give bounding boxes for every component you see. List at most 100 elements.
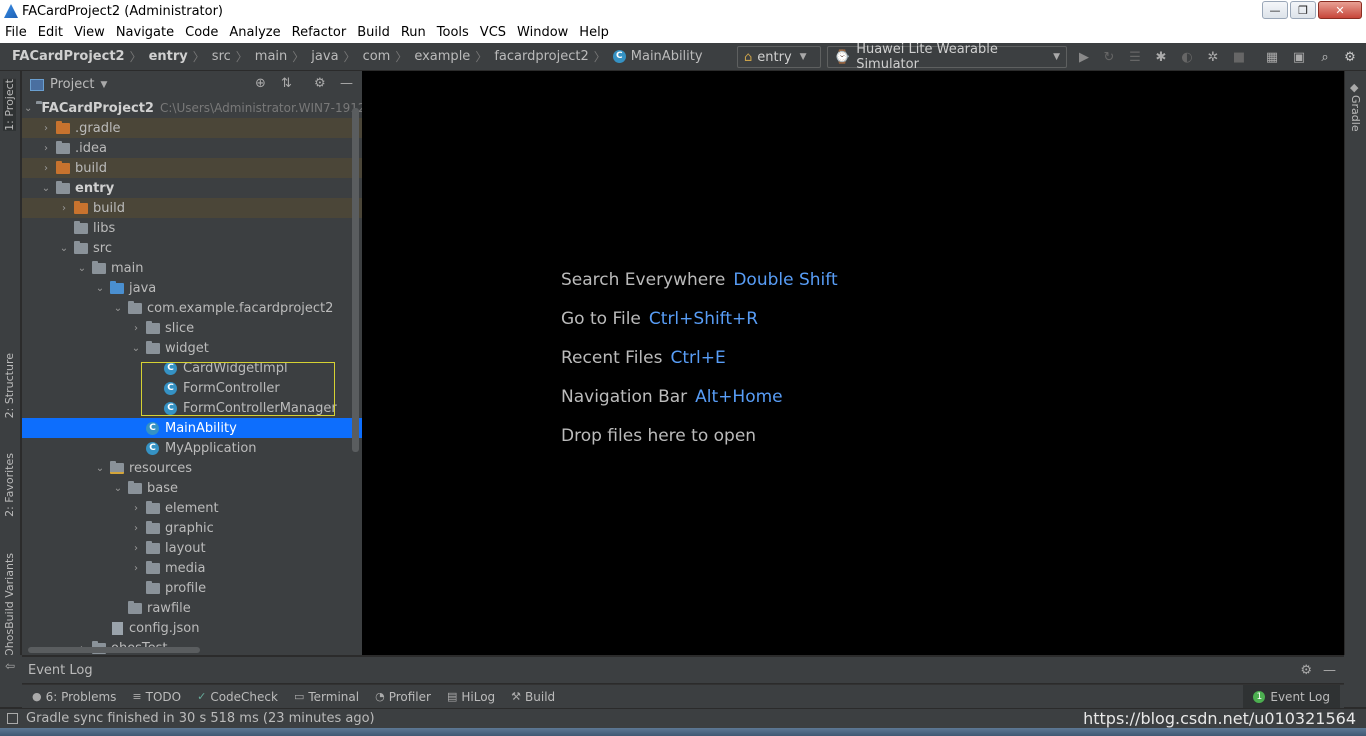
breadcrumb-package[interactable]: facardproject2 [494, 49, 588, 64]
close-button[interactable]: ✕ [1318, 1, 1362, 19]
editor-empty-area[interactable]: Search Everywhere Double Shift Go to File… [362, 71, 1344, 655]
chevron-right-icon[interactable]: › [130, 543, 142, 554]
chevron-down-icon[interactable]: ⌄ [112, 483, 124, 494]
tree-item[interactable]: › .gradle [22, 118, 362, 138]
tab-hilog[interactable]: ▤ HiLog [447, 690, 495, 704]
minimize-button[interactable]: — [1262, 1, 1288, 19]
menu-file[interactable]: File [5, 25, 27, 40]
tree-item[interactable]: ⌄ entry [22, 178, 362, 198]
tree-item[interactable]: C MainAbility [22, 418, 362, 438]
maximize-button[interactable]: ❐ [1290, 1, 1316, 19]
stop-icon[interactable]: ■ [1230, 48, 1248, 66]
chevron-down-icon[interactable]: ⌄ [40, 183, 52, 194]
chevron-down-icon[interactable]: ⌄ [94, 463, 106, 474]
chevron-down-icon[interactable]: ⌄ [130, 343, 142, 354]
tree-item[interactable]: profile [22, 578, 362, 598]
menu-navigate[interactable]: Navigate [116, 25, 174, 40]
tab-favorites[interactable]: 2: Favorites [3, 453, 16, 517]
tree-item[interactable]: C CardWidgetImpl [22, 358, 362, 378]
hide-icon[interactable]: — [340, 76, 353, 91]
tab-gradle[interactable]: Gradle [1349, 95, 1362, 132]
run-icon[interactable]: ▶ [1075, 48, 1093, 66]
rerun-icon[interactable]: ↻ [1100, 48, 1118, 66]
tree-item[interactable]: › media [22, 558, 362, 578]
tree-item[interactable]: › layout [22, 538, 362, 558]
tab-build-variants[interactable]: OhosBuild Variants [3, 553, 16, 657]
tree-item[interactable]: › .idea [22, 138, 362, 158]
tree-item[interactable]: libs [22, 218, 362, 238]
menu-run[interactable]: Run [401, 25, 426, 40]
chevron-down-icon[interactable]: ⌄ [58, 243, 70, 254]
chevron-down-icon[interactable]: ⌄ [112, 303, 124, 314]
chevron-down-icon[interactable]: ⌄ [76, 263, 88, 274]
tree-item[interactable]: C FormControllerManager [22, 398, 362, 418]
tree-vertical-scrollbar[interactable] [352, 108, 359, 452]
tree-item[interactable]: › graphic [22, 518, 362, 538]
breadcrumb-src[interactable]: src [212, 49, 231, 64]
tab-problems[interactable]: ● 6: Problems [32, 690, 116, 704]
tree-item[interactable]: › build [22, 198, 362, 218]
chevron-right-icon[interactable]: › [40, 163, 52, 174]
tree-root[interactable]: ⌄ FACardProject2 C:\Users\Administrator.… [22, 98, 362, 118]
tab-todo[interactable]: ≡ TODO [132, 690, 181, 704]
tree-item[interactable]: C FormController [22, 378, 362, 398]
tab-profiler[interactable]: ◔ Profiler [375, 690, 431, 704]
tab-terminal[interactable]: ▭ Terminal [294, 690, 359, 704]
tree-item[interactable]: config.json [22, 618, 362, 638]
module-selector[interactable]: ⌂ entry ▼ [737, 46, 821, 68]
breadcrumb-project[interactable]: FACardProject2 [12, 49, 125, 64]
tree-item[interactable]: ⌄ resources [22, 458, 362, 478]
project-panel-title[interactable]: Project [50, 77, 94, 92]
locate-icon[interactable]: ⊕ [255, 76, 266, 91]
tab-build[interactable]: ⚒ Build [511, 690, 555, 704]
device-manager-icon[interactable]: ▣ [1290, 48, 1308, 66]
menu-refactor[interactable]: Refactor [292, 25, 347, 40]
profile-icon[interactable]: ◐ [1178, 48, 1196, 66]
tree-item[interactable]: ⌄ src [22, 238, 362, 258]
chevron-right-icon[interactable]: › [130, 323, 142, 334]
menu-tools[interactable]: Tools [437, 25, 469, 40]
menu-help[interactable]: Help [579, 25, 609, 40]
breadcrumb-class[interactable]: MainAbility [631, 49, 703, 64]
breadcrumb-entry[interactable]: entry [149, 49, 188, 64]
tree-item[interactable]: › element [22, 498, 362, 518]
tool-windows-icon[interactable] [7, 713, 18, 724]
coverage-icon[interactable]: ☰ [1126, 48, 1144, 66]
breadcrumb-main[interactable]: main [255, 49, 287, 64]
tab-codecheck[interactable]: ✓ CodeCheck [197, 690, 278, 704]
tab-project[interactable]: 1: Project [3, 79, 16, 131]
breadcrumb-com[interactable]: com [363, 49, 391, 64]
gear-icon[interactable]: ⚙ [1300, 663, 1312, 678]
gear-icon[interactable]: ⚙ [314, 76, 326, 91]
collapse-all-icon[interactable]: ⇅ [281, 76, 292, 91]
tree-item[interactable]: ⌄ base [22, 478, 362, 498]
debug-icon[interactable]: ✱ [1152, 48, 1170, 66]
tree-item[interactable]: C MyApplication [22, 438, 362, 458]
chevron-right-icon[interactable]: › [40, 123, 52, 134]
breadcrumb-java[interactable]: java [311, 49, 338, 64]
menu-code[interactable]: Code [185, 25, 218, 40]
tree-item[interactable]: › slice [22, 318, 362, 338]
menu-edit[interactable]: Edit [38, 25, 63, 40]
attach-debugger-icon[interactable]: ✲ [1204, 48, 1222, 66]
menu-vcs[interactable]: VCS [480, 25, 506, 40]
menu-view[interactable]: View [74, 25, 105, 40]
tree-item[interactable]: ⌄ com.example.facardproject2 [22, 298, 362, 318]
tree-horizontal-scrollbar[interactable] [28, 647, 200, 653]
menu-build[interactable]: Build [357, 25, 390, 40]
project-structure-icon[interactable]: ▦ [1263, 48, 1281, 66]
chevron-down-icon[interactable]: ⌄ [24, 103, 32, 114]
chevron-right-icon[interactable]: › [130, 503, 142, 514]
status-message[interactable]: Gradle sync finished in 30 s 518 ms (23 … [26, 711, 375, 726]
chevron-down-icon[interactable]: ⌄ [94, 283, 106, 294]
tree-item[interactable]: ⌄ main [22, 258, 362, 278]
tree-item[interactable]: ⌄ widget [22, 338, 362, 358]
chevron-right-icon[interactable]: › [130, 563, 142, 574]
tab-structure[interactable]: 2: Structure [3, 353, 16, 418]
chevron-right-icon[interactable]: › [58, 203, 70, 214]
chevron-down-icon[interactable]: ▼ [100, 80, 107, 90]
menu-analyze[interactable]: Analyze [229, 25, 280, 40]
chevron-right-icon[interactable]: › [130, 523, 142, 534]
tree-item[interactable]: ⌄ java [22, 278, 362, 298]
settings-icon[interactable]: ⚙ [1341, 48, 1359, 66]
